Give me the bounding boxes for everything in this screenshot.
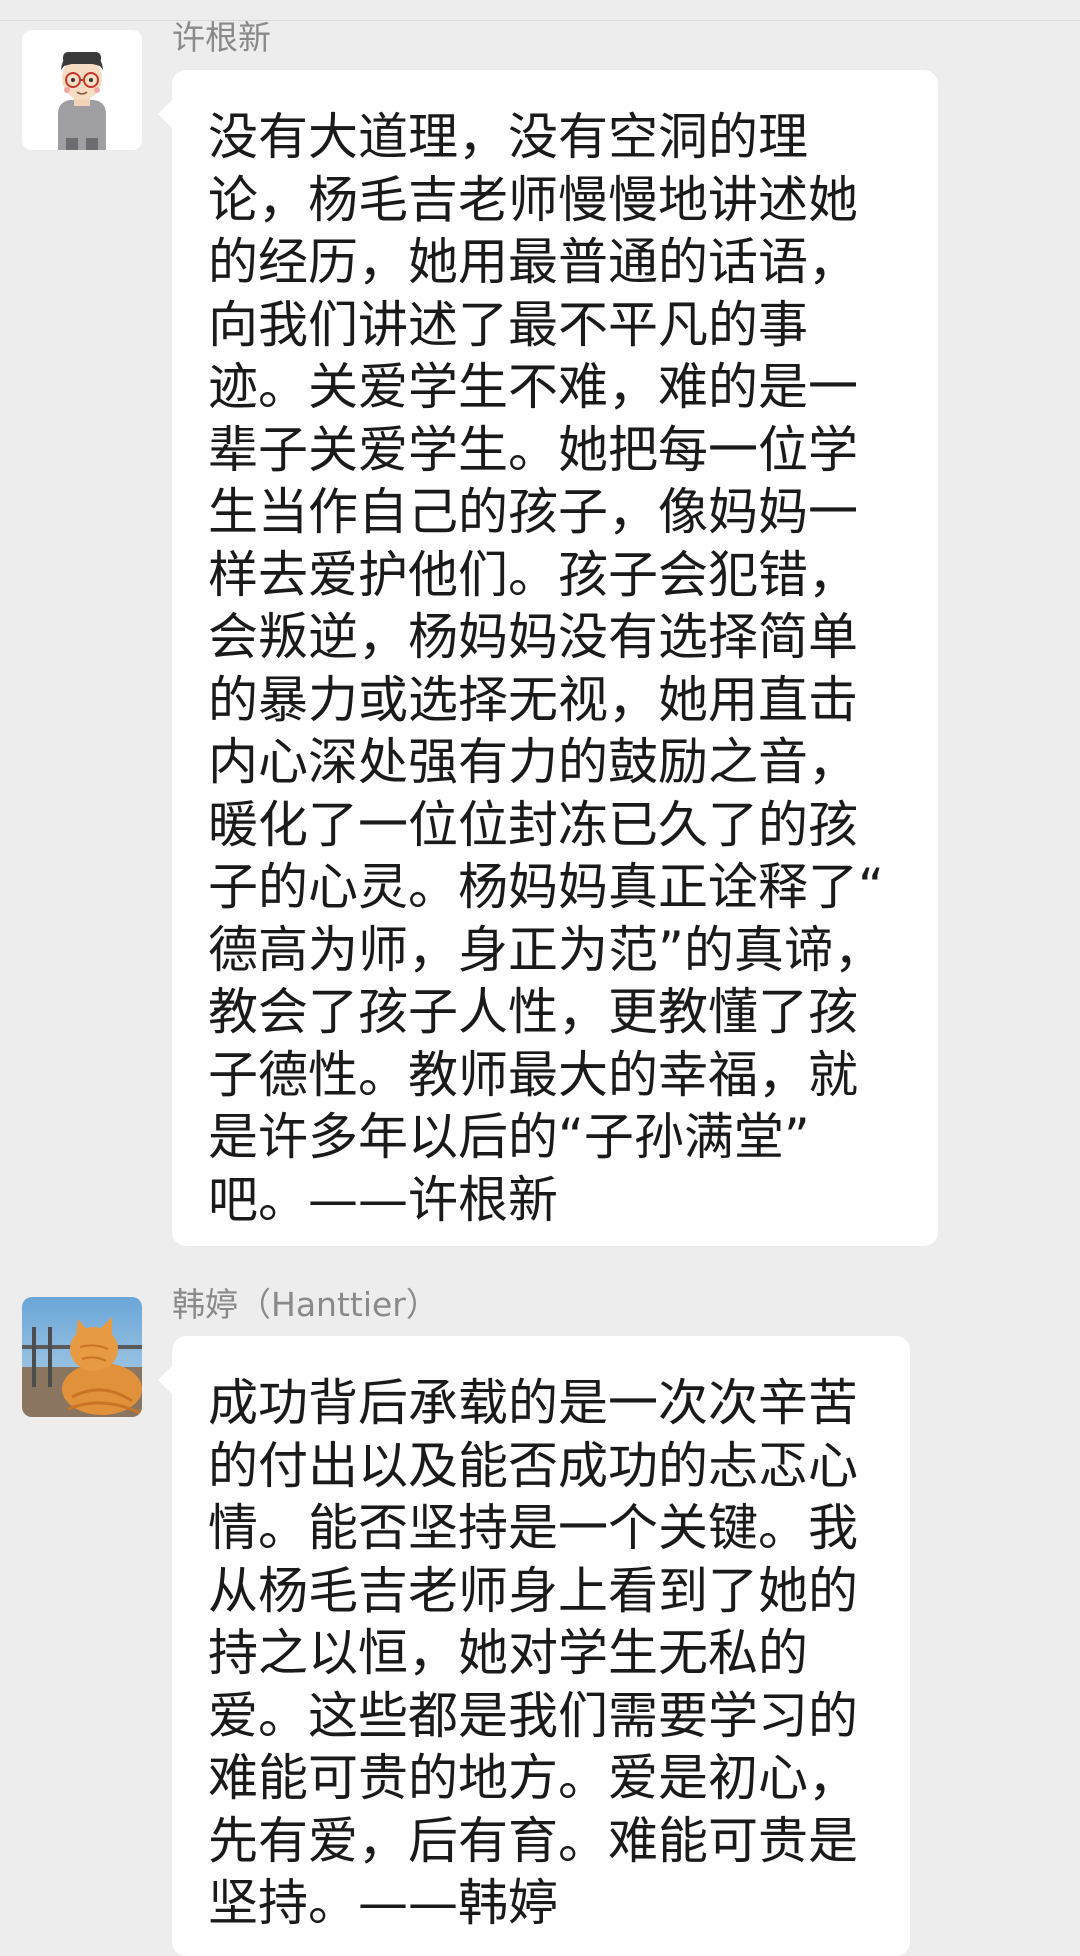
message-bubble[interactable]: 没有大道理，没有空洞的理 论，杨毛吉老师慢慢地讲述她 的经历，她用最普通的话语，…	[172, 70, 938, 1246]
avatar[interactable]	[22, 1297, 142, 1417]
avatar[interactable]	[22, 30, 142, 150]
bubble-tail	[158, 1366, 172, 1394]
bubble-tail	[158, 100, 172, 128]
sender-name: 许根新	[172, 18, 271, 57]
orange-cat-photo-avatar-icon	[22, 1297, 142, 1417]
cartoon-boy-with-glasses-avatar-icon	[22, 30, 142, 150]
sender-name: 韩婷（Hanttier）	[172, 1285, 439, 1324]
top-divider	[0, 20, 1080, 21]
message-bubble[interactable]: 成功背后承载的是一次次辛苦 的付出以及能否成功的忐忑心 情。能否坚持是一个关键。…	[172, 1336, 910, 1956]
